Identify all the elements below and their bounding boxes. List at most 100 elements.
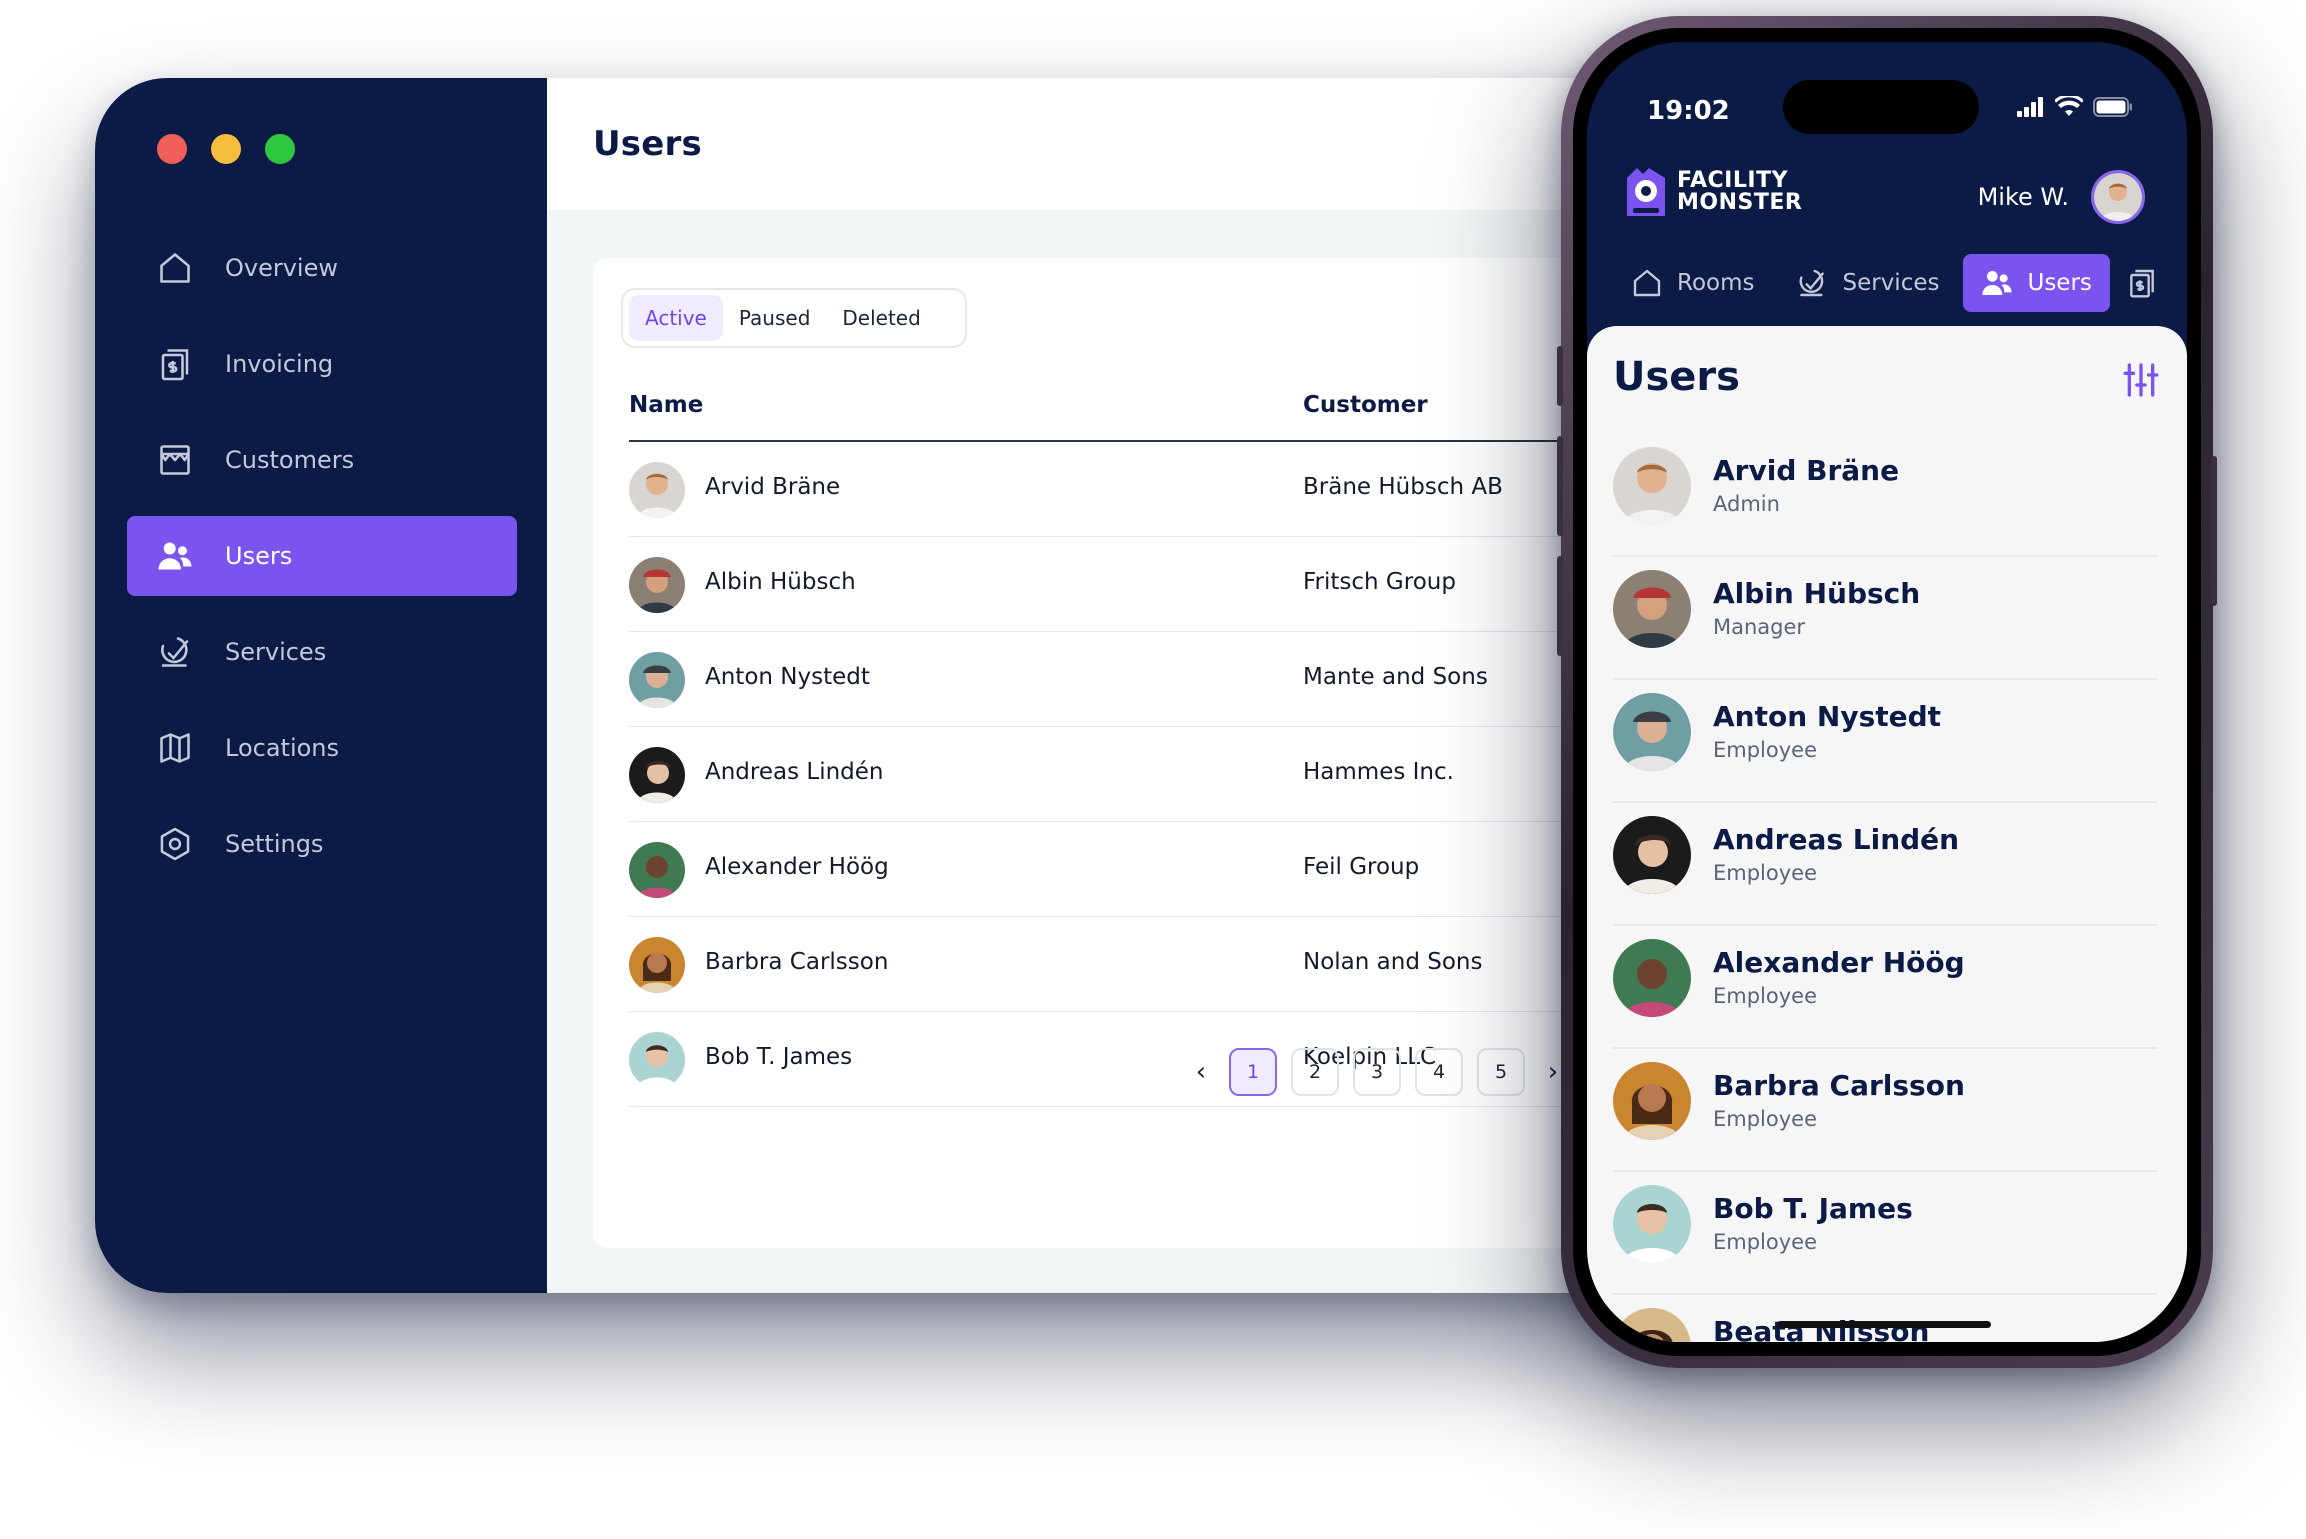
page-button-2[interactable]: 2	[1291, 1048, 1339, 1096]
sidebar-item-label: Locations	[225, 734, 340, 762]
sidebar-item-overview[interactable]: Overview	[127, 228, 517, 308]
avatar	[1613, 1308, 1691, 1342]
status-time: 19:02	[1647, 96, 1730, 126]
user-name: Bob T. James	[1713, 1192, 1913, 1225]
avatar	[1613, 1185, 1691, 1263]
phone-device: 19:02 FACILITY MONSTER Mike W. Rooms Ser…	[1557, 16, 2217, 1368]
services-icon	[157, 634, 193, 670]
list-item[interactable]: Anton Nystedt Employee	[1613, 680, 2157, 803]
user-name: Anton Nystedt	[1713, 700, 1942, 733]
user-customer: Feil Group	[1303, 854, 1420, 880]
phone-side-button	[2211, 456, 2217, 606]
home-indicator[interactable]	[1777, 1321, 1991, 1328]
user-name: Barbra Carlsson	[705, 949, 889, 975]
user-name: Albin Hübsch	[1713, 577, 1921, 610]
list-item[interactable]: Albin Hübsch Manager	[1613, 557, 2157, 680]
tab-label: Rooms	[1677, 270, 1755, 296]
user-name: Andreas Lindén	[1713, 823, 1960, 856]
user-name: Beata Nilsson	[1713, 1315, 1930, 1342]
avatar	[1613, 570, 1691, 648]
prev-page-button[interactable]: ‹	[1187, 1057, 1215, 1087]
monster-logo-icon	[1627, 168, 1665, 216]
sidebar-item-label: Invoicing	[225, 350, 334, 378]
pagination: ‹ 1 2 3 4 5 ›	[1187, 1048, 1567, 1096]
sidebar-item-services[interactable]: Services	[127, 612, 517, 692]
tab-label: Services	[1842, 270, 1940, 296]
avatar	[2091, 170, 2145, 224]
minimize-window-button[interactable]	[211, 134, 241, 164]
page-button-5[interactable]: 5	[1477, 1048, 1525, 1096]
user-name: Anton Nystedt	[705, 664, 870, 690]
users-list: Arvid Bräne Admin Albin Hübsch Manager A…	[1613, 434, 2157, 1342]
user-customer: Mante and Sons	[1303, 664, 1488, 690]
table-row[interactable]: Andreas Lindén Hammes Inc.	[629, 727, 1635, 822]
main-content: Users Active Paused Deleted Name Custome…	[547, 78, 1635, 1293]
avatar	[629, 1032, 685, 1088]
tab-rooms[interactable]: Rooms	[1613, 254, 1772, 312]
tab-users[interactable]: Users	[1963, 254, 2110, 312]
avatar	[629, 842, 685, 898]
table-row[interactable]: Anton Nystedt Mante and Sons	[629, 632, 1635, 727]
maximize-window-button[interactable]	[265, 134, 295, 164]
tab-paused[interactable]: Paused	[723, 295, 827, 341]
window-controls	[157, 134, 295, 164]
sidebar-item-invoicing[interactable]: Invoicing	[127, 324, 517, 404]
sidebar-item-settings[interactable]: Settings	[127, 804, 517, 884]
avatar	[1613, 939, 1691, 1017]
list-item[interactable]: Bob T. James Employee	[1613, 1172, 2157, 1295]
avatar	[629, 937, 685, 993]
map-icon	[157, 730, 193, 766]
sidebar-item-users[interactable]: Users	[127, 516, 517, 596]
current-user[interactable]: Mike W.	[1978, 170, 2145, 224]
avatar	[629, 747, 685, 803]
user-role: Employee	[1713, 1230, 1818, 1254]
sidebar-item-customers[interactable]: Customers	[127, 420, 517, 500]
users-table: Arvid Bräne Bräne Hübsch AB Albin Hübsch…	[629, 442, 1635, 1107]
sidebar-item-label: Settings	[225, 830, 324, 858]
brand-logo[interactable]: FACILITY MONSTER	[1623, 164, 1802, 220]
user-customer: Bräne Hübsch AB	[1303, 474, 1503, 500]
sidebar-item-locations[interactable]: Locations	[127, 708, 517, 788]
avatar	[1613, 816, 1691, 894]
user-customer: Hammes Inc.	[1303, 759, 1454, 785]
column-header-customer[interactable]: Customer	[1303, 392, 1428, 418]
sidebar-nav: Overview Invoicing Customers Users Servi…	[127, 228, 517, 900]
sidebar-item-label: Customers	[225, 446, 355, 474]
table-row[interactable]: Arvid Bräne Bräne Hübsch AB	[629, 442, 1635, 537]
table-row[interactable]: Alexander Höög Feil Group	[629, 822, 1635, 917]
battery-icon	[2093, 97, 2132, 117]
tab-invoicing[interactable]	[2116, 254, 2168, 312]
close-window-button[interactable]	[157, 134, 187, 164]
sidebar-item-label: Services	[225, 638, 327, 666]
status-icons	[2017, 96, 2133, 118]
list-item[interactable]: Arvid Bräne Admin	[1613, 434, 2157, 557]
page-button-1[interactable]: 1	[1229, 1048, 1277, 1096]
avatar	[1613, 1062, 1691, 1140]
table-row[interactable]: Albin Hübsch Fritsch Group	[629, 537, 1635, 632]
filter-sliders-icon[interactable]	[2121, 360, 2161, 400]
list-item[interactable]: Barbra Carlsson Employee	[1613, 1049, 2157, 1172]
user-name: Arvid Bräne	[1713, 454, 1900, 487]
column-header-name[interactable]: Name	[629, 392, 703, 418]
desktop-app-window: Overview Invoicing Customers Users Servi…	[95, 78, 1635, 1293]
page-button-3[interactable]: 3	[1353, 1048, 1401, 1096]
invoice-icon	[2130, 269, 2154, 298]
list-item[interactable]: Beata Nilsson	[1613, 1295, 2157, 1342]
page-button-4[interactable]: 4	[1415, 1048, 1463, 1096]
list-item[interactable]: Alexander Höög Employee	[1613, 926, 2157, 1049]
user-role: Employee	[1713, 861, 1818, 885]
list-item[interactable]: Andreas Lindén Employee	[1613, 803, 2157, 926]
user-role: Employee	[1713, 738, 1818, 762]
avatar	[629, 462, 685, 518]
tab-services[interactable]: Services	[1778, 254, 1957, 312]
phone-bezel: 19:02 FACILITY MONSTER Mike W. Rooms Ser…	[1573, 28, 2201, 1356]
table-row[interactable]: Barbra Carlsson Nolan and Sons	[629, 917, 1635, 1012]
brand-line-1: FACILITY	[1677, 168, 1789, 193]
user-role: Admin	[1713, 492, 1780, 516]
user-role: Employee	[1713, 1107, 1818, 1131]
avatar	[1613, 693, 1691, 771]
user-customer: Nolan and Sons	[1303, 949, 1483, 975]
tab-active[interactable]: Active	[629, 295, 723, 341]
sidebar-item-label: Overview	[225, 254, 338, 282]
tab-deleted[interactable]: Deleted	[826, 295, 936, 341]
